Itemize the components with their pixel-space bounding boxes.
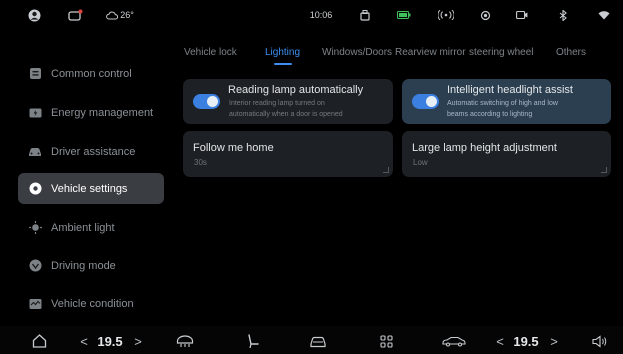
- vehicle-condition-icon: [28, 297, 42, 311]
- headlight-assist-description-line2: beams according to lighting: [447, 111, 533, 118]
- reading-lamp-card[interactable]: Reading lamp automatically Interior read…: [183, 79, 393, 124]
- sidebar-item-energy-management[interactable]: Energy management: [18, 97, 164, 128]
- lamp-height-card[interactable]: Large lamp height adjustment Low: [402, 131, 611, 177]
- car-icon[interactable]: [308, 332, 328, 350]
- driver-temp-decrease-button[interactable]: <: [78, 332, 90, 350]
- headlight-assist-title: Intelligent headlight assist: [447, 84, 573, 96]
- sidebar-item-label: Ambient light: [51, 221, 115, 234]
- driver-temp-increase-button[interactable]: >: [132, 332, 144, 350]
- tab-vehicle-lock[interactable]: Vehicle lock: [184, 47, 237, 58]
- reading-lamp-title: Reading lamp automatically: [228, 84, 364, 96]
- dropdown-corner-icon: [383, 167, 389, 173]
- sidebar-item-label: Energy management: [51, 106, 154, 119]
- sidebar-item-driving-mode[interactable]: Driving mode: [18, 250, 164, 281]
- sidebar-item-label: Driver assistance: [51, 145, 136, 158]
- battery-icon: [396, 8, 412, 22]
- sidebar-item-label: Vehicle settings: [51, 182, 128, 195]
- driving-mode-icon: [28, 259, 42, 273]
- headlight-assist-description-line1: Automatic switching of high and low: [447, 100, 558, 107]
- tab-active-indicator: [274, 63, 292, 65]
- bottom-dock: < 19.5 > < 19.5 >: [0, 326, 623, 354]
- sidebar-item-vehicle-settings[interactable]: Vehicle settings: [18, 173, 164, 204]
- driver-temperature: 19.5: [97, 333, 123, 349]
- passenger-temp-decrease-button[interactable]: <: [494, 332, 506, 350]
- headlight-assist-description: Automatic switching of high and low beam…: [447, 98, 617, 120]
- passenger-temp-increase-button[interactable]: >: [548, 332, 560, 350]
- phone-icon[interactable]: [359, 8, 371, 22]
- tab-rearview-mirror[interactable]: Rearview mirror: [395, 47, 466, 58]
- home-icon[interactable]: [30, 332, 48, 350]
- reading-lamp-description-line1: Interior reading lamp turned on: [229, 100, 325, 107]
- defrost-icon[interactable]: [175, 332, 195, 350]
- dashcam-icon[interactable]: [515, 8, 529, 22]
- reading-lamp-description: Interior reading lamp turned on automati…: [229, 98, 399, 120]
- cloud-icon: [106, 11, 119, 20]
- hotspot-icon[interactable]: [437, 8, 455, 22]
- seat-icon[interactable]: [244, 332, 262, 350]
- lamp-height-title: Large lamp height adjustment: [412, 142, 557, 154]
- wifi-icon[interactable]: [598, 8, 610, 22]
- car-side-icon[interactable]: [441, 332, 467, 350]
- follow-me-home-title: Follow me home: [193, 142, 274, 154]
- apps-grid-icon[interactable]: [378, 332, 394, 350]
- weather-temperature: 26°: [120, 10, 134, 20]
- follow-me-home-card[interactable]: Follow me home 30s: [183, 131, 393, 177]
- location-icon[interactable]: [478, 8, 492, 22]
- bluetooth-icon[interactable]: [558, 8, 568, 22]
- profile-icon[interactable]: [27, 8, 41, 22]
- common-control-icon: [28, 67, 42, 81]
- follow-me-home-value: 30s: [194, 158, 207, 167]
- reading-lamp-description-line2: automatically when a door is opened: [229, 111, 343, 118]
- headlight-assist-toggle[interactable]: [412, 94, 439, 109]
- weather-indicator: 26°: [103, 8, 137, 22]
- sidebar-item-ambient-light[interactable]: Ambient light: [18, 212, 164, 243]
- tab-windows-doors[interactable]: Windows/Doors: [322, 47, 392, 58]
- lamp-height-value: Low: [413, 158, 428, 167]
- vehicle-settings-icon: [28, 182, 42, 196]
- tab-others[interactable]: Others: [556, 47, 586, 58]
- status-bar: 26° 10:06: [0, 0, 623, 30]
- clock: 10:06: [309, 10, 333, 20]
- tab-lighting[interactable]: Lighting: [265, 47, 300, 58]
- tab-steering-wheel[interactable]: steering wheel: [469, 47, 533, 58]
- sidebar-item-label: Driving mode: [51, 259, 116, 272]
- driver-assistance-icon: [28, 145, 42, 159]
- sidebar-item-label: Vehicle condition: [51, 297, 134, 310]
- ambient-light-icon: [28, 221, 42, 235]
- sidebar-item-label: Common control: [51, 67, 132, 80]
- reading-lamp-toggle[interactable]: [193, 94, 220, 109]
- energy-management-icon: [28, 106, 42, 120]
- headlight-assist-card[interactable]: Intelligent headlight assist Automatic s…: [402, 79, 611, 124]
- sidebar-item-vehicle-condition[interactable]: Vehicle condition: [18, 288, 164, 319]
- volume-icon[interactable]: [591, 332, 609, 350]
- sidebar-item-driver-assistance[interactable]: Driver assistance: [18, 136, 164, 167]
- dropdown-corner-icon: [601, 167, 607, 173]
- notification-icon[interactable]: [67, 8, 83, 22]
- sidebar-item-common-control[interactable]: Common control: [18, 58, 164, 89]
- passenger-temperature: 19.5: [513, 333, 539, 349]
